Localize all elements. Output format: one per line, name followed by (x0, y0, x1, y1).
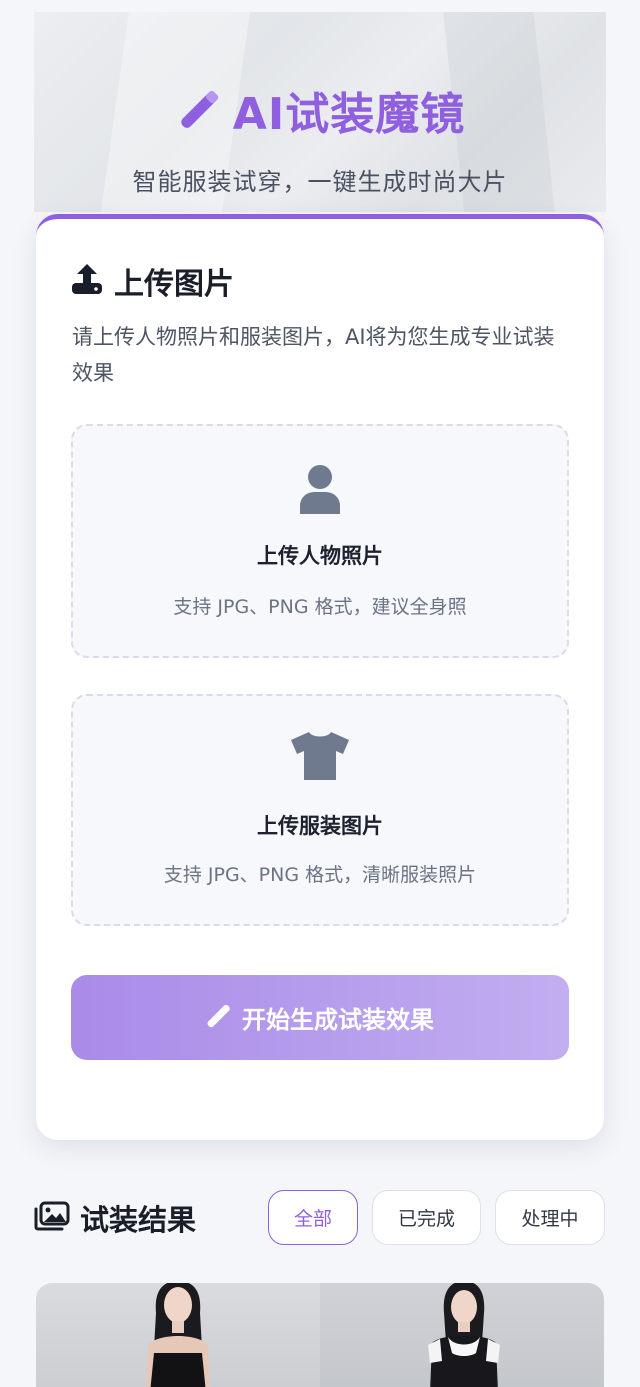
clothing-upload-label: 上传服装图片 (257, 814, 383, 838)
clothing-upload-hint: 支持 JPG、PNG 格式，清晰服装照片 (163, 864, 477, 886)
magic-wand-icon (206, 1002, 232, 1034)
results-gallery (36, 1283, 604, 1387)
app-title-text: AI试装魔镜 (232, 89, 466, 140)
upload-section-title: 上传图片 (114, 267, 234, 302)
hero-banner: AI试装魔镜 智能服装试穿，一键生成时尚大片 (34, 12, 606, 212)
person-photo-dropzone[interactable]: 上传人物照片 支持 JPG、PNG 格式，建议全身照 (71, 424, 569, 658)
person-upload-hint: 支持 JPG、PNG 格式，建议全身照 (173, 596, 467, 618)
app-title: AI试装魔镜 (34, 82, 606, 140)
images-icon (34, 1201, 70, 1235)
upload-description: 请上传人物照片和服装图片，AI将为您生成专业试装效果 (72, 325, 555, 385)
results-title: 试装结果 (80, 1203, 197, 1237)
upload-card: 上传图片 请上传人物照片和服装图片，AI将为您生成专业试装效果 上传人物照片 支… (36, 214, 604, 1140)
person-icon (73, 464, 567, 518)
result-photo[interactable] (36, 1283, 320, 1387)
clothing-photo-dropzone[interactable]: 上传服装图片 支持 JPG、PNG 格式，清晰服装照片 (71, 694, 569, 926)
person-upload-label: 上传人物照片 (257, 544, 383, 568)
generate-button[interactable]: 开始生成试装效果 (71, 975, 569, 1060)
results-section-header: 试装结果 (34, 1196, 196, 1240)
upload-icon (70, 262, 104, 300)
generate-button-label: 开始生成试装效果 (242, 1006, 434, 1034)
result-photo[interactable] (320, 1283, 604, 1387)
filter-processing-button[interactable]: 处理中 (495, 1190, 605, 1245)
filter-completed-button[interactable]: 已完成 (372, 1190, 481, 1245)
tshirt-icon (73, 730, 567, 786)
upload-section-header: 上传图片 (70, 261, 234, 302)
magic-wand-icon (175, 84, 223, 136)
filter-all-button[interactable]: 全部 (268, 1190, 358, 1245)
app-subtitle: 智能服装试穿，一键生成时尚大片 (132, 168, 508, 196)
